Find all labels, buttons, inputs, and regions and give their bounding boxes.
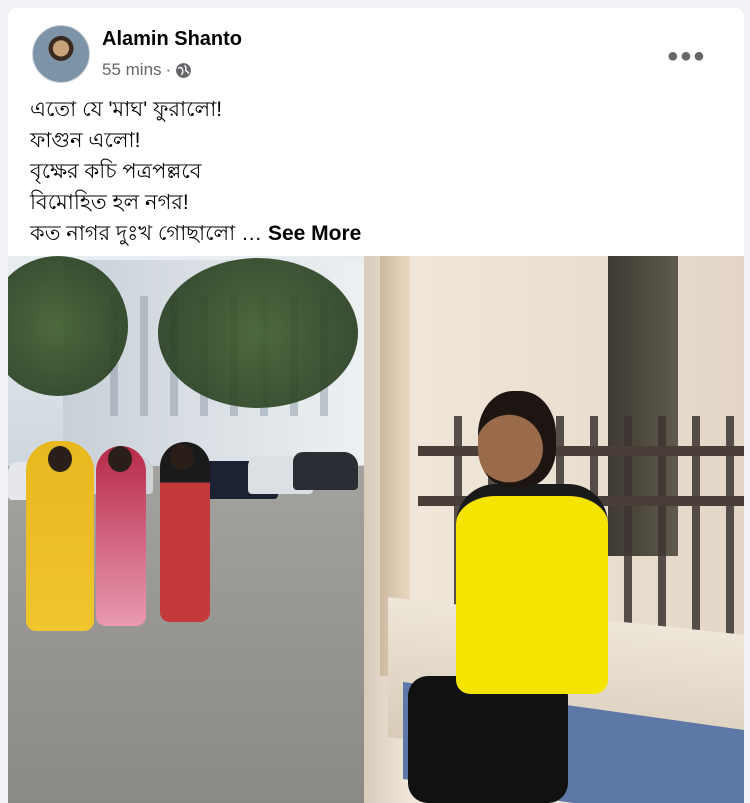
post-text-line: কত নাগর দুঃখ গোছালো … See More (30, 218, 361, 249)
post-text-line: বিমোহিত হল নগর! (30, 191, 189, 214)
photo-car (293, 452, 358, 490)
post-time[interactable]: 55 mins (102, 60, 162, 80)
post-text-line: ফাগুন এলো! (30, 129, 141, 152)
photo-person-jersey (456, 484, 608, 694)
photo-fence-rail (418, 446, 744, 456)
meta-separator: · (165, 60, 172, 79)
author-name[interactable]: Alamin Shanto (102, 28, 242, 51)
photo-person-legs (408, 676, 568, 803)
photo-person-head (108, 446, 132, 472)
photo-person-head (478, 391, 556, 487)
see-more-link[interactable]: See More (268, 222, 361, 245)
post-header: Alamin Shanto 55 mins · ●●● (8, 8, 744, 88)
photo-person-head (170, 444, 194, 470)
more-options-icon[interactable]: ●●● (667, 46, 706, 66)
post-text-line: বৃক্ষের কচি পত্রপল্লবে (30, 160, 202, 183)
post-photo[interactable] (8, 256, 744, 803)
author-avatar[interactable] (32, 25, 90, 83)
post-text-line-last: কত নাগর দুঃখ গোছালো … (30, 222, 263, 245)
post-text-line: এতো যে 'মাঘ' ফুরালো! (30, 98, 223, 121)
photo-person (96, 446, 146, 626)
post-card: Alamin Shanto 55 mins · ●●● এতো যে 'মাঘ'… (8, 8, 744, 803)
photo-person-head (48, 446, 72, 472)
globe-icon[interactable] (175, 62, 192, 79)
photo-tree (158, 258, 358, 408)
post-text: এতো যে 'মাঘ' ফুরালো! ফাগুন এলো! বৃক্ষের … (30, 94, 361, 249)
post-meta: 55 mins · (102, 60, 192, 80)
